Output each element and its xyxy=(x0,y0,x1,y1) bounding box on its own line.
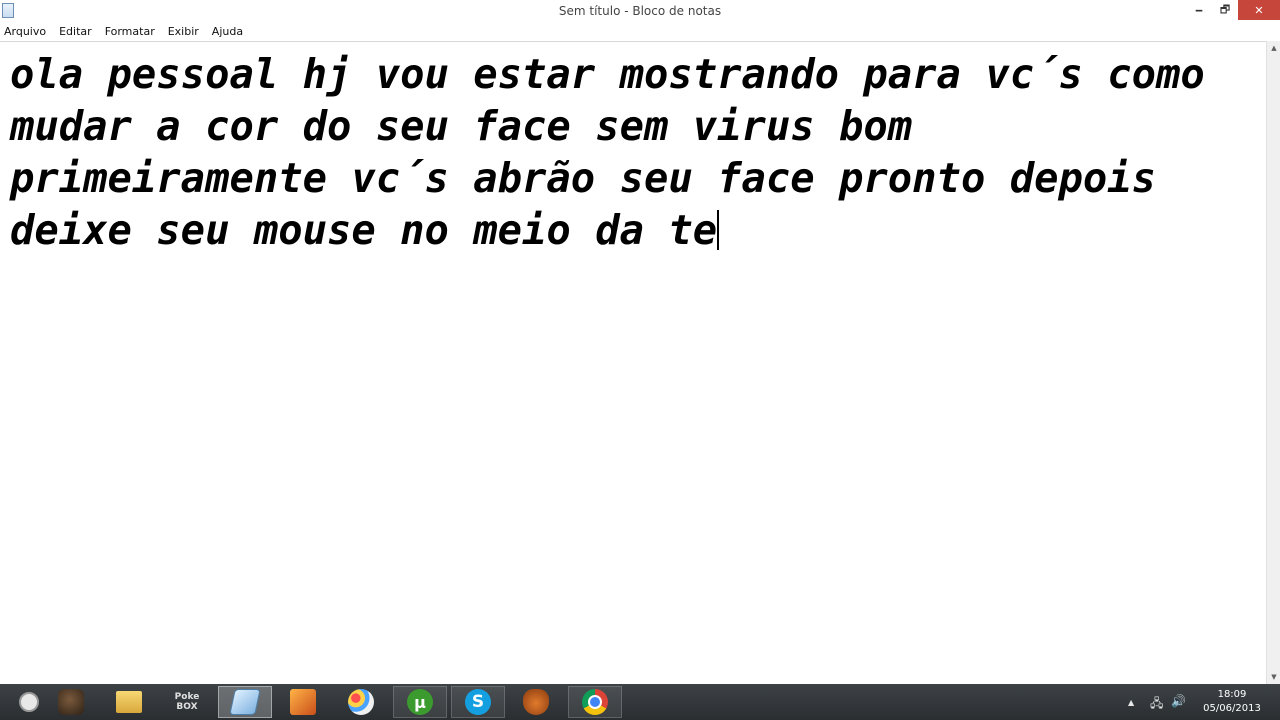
system-clock[interactable]: 18:09 05/06/2013 xyxy=(1196,688,1268,716)
taskbar-media-player[interactable] xyxy=(276,686,330,718)
clock-date: 05/06/2013 xyxy=(1203,703,1261,714)
game-icon xyxy=(58,689,84,715)
utorrent-icon: µ xyxy=(407,689,433,715)
taskbar-file-explorer[interactable] xyxy=(102,686,156,718)
chrome-icon xyxy=(582,689,608,715)
menu-arquivo[interactable]: Arquivo xyxy=(4,25,46,38)
close-button[interactable]: ✕ xyxy=(1238,0,1280,20)
volume-icon[interactable]: 🔊 xyxy=(1171,694,1186,708)
taskbar-paint[interactable] xyxy=(334,686,388,718)
show-hidden-icons-icon[interactable]: ▲ xyxy=(1128,698,1134,707)
pokebox-icon: Poke BOX xyxy=(174,692,200,712)
clock-time: 18:09 xyxy=(1217,689,1247,700)
taskbar-chrome[interactable] xyxy=(568,686,622,718)
menu-formatar[interactable]: Formatar xyxy=(105,25,155,38)
menu-bar: Arquivo Editar Formatar Exibir Ajuda xyxy=(0,22,1280,41)
title-bar: Sem título - Bloco de notas 🗕 🗗 ✕ xyxy=(0,0,1280,22)
taskbar-skype[interactable]: S xyxy=(451,686,505,718)
folder-icon xyxy=(116,691,142,713)
window-title: Sem título - Bloco de notas xyxy=(558,4,722,18)
taskbar-game-app[interactable] xyxy=(44,686,98,718)
taskbar-glove-app[interactable] xyxy=(509,686,563,718)
network-icon[interactable]: 🖧 xyxy=(1150,694,1163,715)
vertical-scrollbar[interactable]: ▲ ▼ xyxy=(1266,41,1280,684)
taskbar-notepad[interactable] xyxy=(218,686,272,718)
document-text[interactable]: ola pessoal hj vou estar mostrando para … xyxy=(10,48,1260,256)
start-orb-icon xyxy=(19,692,39,712)
notepad-icon xyxy=(229,689,261,715)
taskbar-pokebox[interactable]: Poke BOX xyxy=(160,686,214,718)
text-editor-area[interactable]: ola pessoal hj vou estar mostrando para … xyxy=(0,41,1266,684)
restore-button[interactable]: 🗗 xyxy=(1212,0,1238,20)
paint-icon xyxy=(348,689,374,715)
media-icon xyxy=(290,689,316,715)
scroll-down-arrow-icon[interactable]: ▼ xyxy=(1267,670,1280,684)
scroll-up-arrow-icon[interactable]: ▲ xyxy=(1267,41,1280,55)
menu-exibir[interactable]: Exibir xyxy=(168,25,199,38)
glove-icon xyxy=(523,689,549,715)
notepad-app-icon[interactable] xyxy=(2,3,14,18)
document-content: ola pessoal hj vou estar mostrando para … xyxy=(10,50,1205,254)
skype-icon: S xyxy=(465,689,491,715)
taskbar: Poke BOX µ S ▲ 🖧 🔊 18:09 05/06/2013 xyxy=(0,684,1280,720)
taskbar-utorrent[interactable]: µ xyxy=(393,686,447,718)
text-caret xyxy=(717,210,720,250)
menu-ajuda[interactable]: Ajuda xyxy=(212,25,243,38)
menu-editar[interactable]: Editar xyxy=(59,25,92,38)
minimize-button[interactable]: 🗕 xyxy=(1186,0,1212,20)
